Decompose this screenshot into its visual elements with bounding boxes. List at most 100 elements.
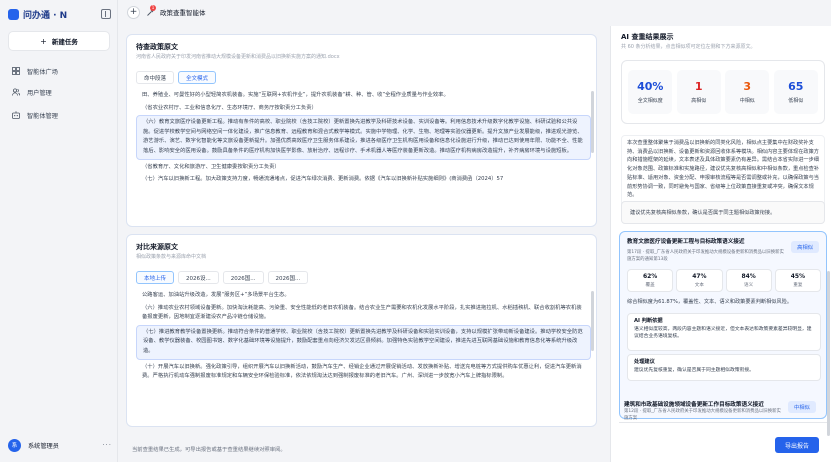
match-metrics: 62% 覆盖 47% 文本 84% 语义 45% 重复 [627, 269, 821, 292]
result-title: AI 查重结果展示 [621, 33, 674, 41]
similarity-stats: 40% 全文相似度 1 高相似 3 中相似 65 低相似 [621, 60, 825, 124]
sidebar-item-label: 用户管理 [27, 89, 52, 97]
status-text: 当前查重结果已生成，可导出报告或基于查重结果继续对照审阅。 [132, 447, 286, 453]
agent-icon: 1 [146, 4, 156, 17]
source-tabs: 本地上传 2026设... 2026国... 2026国... [136, 271, 309, 284]
panel-subtitle: 相似政策条款与来源库命中文档 [136, 254, 207, 260]
document-paragraph: （省农业农村厅、工业和信息化厅、生态环境厅、商务厅按职责分工负责） [142, 104, 317, 111]
stat-value: 3 [743, 80, 752, 93]
tab-full-text[interactable]: 全文模式 [178, 71, 217, 84]
export-report-button[interactable]: 导出报告 [775, 437, 819, 453]
new-task-label: 新建任务 [51, 38, 78, 46]
metric-repeat: 45% 重复 [774, 269, 821, 292]
metric-value: 62% [642, 273, 658, 280]
scrollbar[interactable] [591, 291, 594, 351]
metric-text: 47% 文本 [676, 269, 723, 292]
metric-label: 重复 [793, 283, 803, 288]
user-name: 系统管理员 [28, 442, 59, 450]
metric-label: 语义 [744, 283, 754, 288]
stat-label: 中相似 [739, 98, 755, 104]
highlighted-paragraph[interactable]: （七）推进教育教学设备置换更新。推动符合条件的普通学校、职业院校（含技工院校）更… [136, 324, 591, 360]
new-task-button[interactable]: + 新建任务 [8, 31, 110, 51]
stat-overall: 40% 全文相似度 [628, 70, 673, 114]
document-paragraph: 田、养殖业、可曼性好的小型轻简农机装备。实施“互联网+农机作业”，提升农机装备“… [142, 92, 449, 98]
tab-local-upload[interactable]: 本地上传 [136, 271, 175, 284]
source-compare-panel: 对比来源原文 相似政策条款与来源库命中文档 本地上传 2026设... 2026… [126, 234, 597, 427]
document-paragraph: （省教育厅、文化和旅游厅、卫生健康委按职责分工负责） [142, 163, 280, 170]
notification-badge: 1 [150, 4, 156, 11]
document-body: 公路客运、加油站升级改造，发展“服务区+”多场景平台生态。 （六）推动农业农村领… [136, 290, 591, 422]
users-icon [12, 88, 20, 96]
stat-low[interactable]: 65 低相似 [773, 70, 818, 114]
logo-text: 问办通 · N [23, 10, 68, 21]
panel-title: 对比来源原文 [136, 243, 178, 251]
document-paragraph: （十）开展汽车以旧换新。强化政策引导，组织开展汽车以旧换新活动，鼓励汽车生产、经… [142, 363, 582, 380]
match-card[interactable]: 教育文旅医疗设备更新工程与目标政策语义接近 第17段 · 提取_广东省人民政府关… [619, 231, 827, 419]
similarity-badge: 中相似 [788, 401, 816, 413]
document-paragraph: （六）推动农业农村领域设备更新。加快淘汰耗能高、污染重、安全性能低的老旧农机装备… [142, 304, 582, 321]
handle-title: 处理建议 [634, 359, 655, 365]
user-profile[interactable]: 系 系统管理员 ··· [8, 438, 112, 452]
agent-name: 政策查重智能体 [160, 9, 206, 17]
metric-semantic: 84% 语义 [725, 269, 772, 292]
sidebar-item-label: 智能体管理 [27, 112, 58, 120]
sidebar: 问办通 · N + 新建任务 智能体广场 用户管理 智能体管理 系 系统管理员 … [0, 0, 118, 462]
ai-basis-title: AI 判断依据 [634, 318, 663, 324]
stat-label: 全文相似度 [637, 98, 663, 104]
add-tab-button[interactable]: + [127, 6, 140, 19]
agent-manage-icon [12, 111, 20, 119]
logo-icon [8, 8, 19, 20]
stat-value: 1 [694, 80, 703, 93]
stat-high[interactable]: 1 高相似 [676, 70, 721, 114]
stat-medium[interactable]: 3 中相似 [725, 70, 770, 114]
tab-source-3[interactable]: 2026国... [267, 271, 309, 284]
metric-coverage: 62% 覆盖 [627, 269, 674, 292]
stat-value: 65 [788, 80, 804, 93]
suggestion-box: 建议优先复核高相似条款，确认是否属于同主题相似政策衔接。 [621, 201, 825, 224]
ai-basis-box: AI 判断依据 语义相似度较高，两段内容主题和语义接近，但文本表达和政策要素差异… [627, 313, 821, 351]
document-paragraph: 公路客运、加油站升级改造，发展“服务区+”多场景平台生态。 [142, 292, 290, 298]
match-title: 教育文旅医疗设备更新工程与目标政策语义接近 [627, 239, 745, 245]
result-panel: AI 查重结果展示 共 60 条分析结果，点击相似项可定位左侧和下方来源原文。 … [610, 26, 831, 462]
tab-source-1[interactable]: 2026设... [178, 271, 219, 284]
stat-value: 40% [637, 80, 664, 93]
match-title[interactable]: 建筑和市政基础设施领域设备更新工作目标政策语义接近 [624, 400, 784, 408]
highlighted-paragraph[interactable]: （六）教育文旅医疗设备更新工程。推动有条件的高校、职业院校（含技工院校）更新置换… [136, 115, 591, 160]
ai-basis-text: 语义相似度较高，两段内容主题和语义接近，但文本表达和政策要素差异较明显，建议结合… [634, 327, 812, 340]
scrollbar[interactable] [827, 271, 830, 436]
handle-text: 建议优先复核重复，确认是否属于同主题相似政策衔接。 [634, 368, 754, 373]
metric-value: 84% [741, 273, 756, 280]
handle-suggestion-box: 处理建议 建议优先复核重复，确认是否属于同主题相似政策衔接。 [627, 354, 821, 381]
metric-label: 文本 [694, 283, 704, 288]
match-source: 第12段 · 提取_广东省人民政府关于印发推动大规模设备更新和消费品以旧换新实施… [624, 409, 781, 421]
app-logo: 问办通 · N [8, 8, 112, 21]
divider [619, 422, 827, 423]
metric-value: 47% [692, 273, 707, 280]
sidebar-item-user-manage[interactable]: 用户管理 [12, 86, 112, 98]
metric-value: 45% [790, 273, 806, 280]
scrollbar[interactable] [591, 91, 594, 153]
view-tabs: 命中段落 全文模式 [136, 71, 217, 84]
match-overall-line: 综合相似度为61.87%，覆盖性、文本、语义和政策要素判断相似风险。 [627, 299, 793, 305]
result-subtitle: 共 60 条分析结果，点击相似项可定位左侧和下方来源原文。 [621, 44, 756, 50]
tab-source-2[interactable]: 2026国... [222, 271, 264, 284]
sidebar-item-agent-square[interactable]: 智能体广场 [12, 65, 112, 77]
sidebar-toggle-icon[interactable] [101, 9, 111, 19]
sidebar-item-agent-manage[interactable]: 智能体管理 [12, 109, 112, 121]
more-icon[interactable]: ··· [102, 441, 112, 449]
sidebar-item-label: 智能体广场 [27, 68, 58, 76]
tab-hit-paragraphs[interactable]: 命中段落 [136, 71, 175, 84]
document-paragraph: （七）汽车以旧换新工程。加大政策支持力度，畅通流通堵点，促进汽车绿次消费、更新消… [142, 176, 504, 183]
grid-icon [12, 67, 20, 75]
target-policy-panel: 待查政策原文 河南省人民政府关于印发河南省推动大规模设备更新和消费品以旧换新实施… [126, 34, 597, 227]
panel-title: 待查政策原文 [136, 43, 178, 51]
status-bar: 当前查重结果已生成，可导出报告或基于查重结果继续对照审阅。 [118, 434, 604, 462]
current-agent-tab[interactable]: 1 政策查重智能体 [146, 4, 206, 17]
plus-icon: + [40, 36, 47, 46]
match-source: 第17段 · 提取_广东省人民政府关于印发推动大规模设备更新和消费品以旧换新实施… [627, 250, 784, 262]
avatar: 系 [8, 438, 21, 452]
similarity-badge: 高相似 [791, 241, 819, 253]
stat-label: 低相似 [788, 98, 804, 104]
stat-label: 高相似 [691, 98, 707, 104]
top-bar: + 1 政策查重智能体 [118, 0, 831, 26]
